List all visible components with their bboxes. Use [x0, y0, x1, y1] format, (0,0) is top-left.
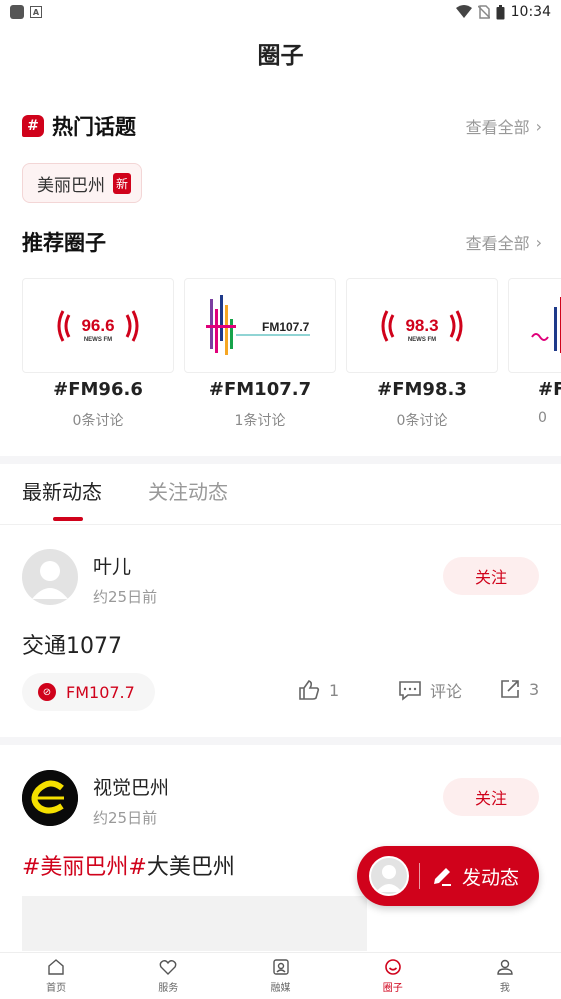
post-image[interactable]: [22, 896, 367, 951]
tab-following[interactable]: 关注动态: [148, 470, 228, 514]
nav-me[interactable]: 我: [449, 953, 561, 999]
user-avatar-icon: [32, 561, 68, 599]
media-icon: [272, 959, 289, 975]
nav-media[interactable]: 融媒: [224, 953, 336, 999]
circle-tag-icon: ⊘: [38, 683, 56, 701]
nav-home[interactable]: 首页: [0, 953, 112, 999]
avatar[interactable]: [22, 549, 78, 605]
fm966-logo: 96.6 NEWS FM: [22, 278, 174, 373]
circle-logo-partial: [508, 278, 561, 373]
circle-card[interactable]: 98.3 NEWS FM #FM98.3 0条讨论: [346, 278, 498, 438]
circle-name: #F: [538, 379, 561, 400]
svg-text:FM107.7: FM107.7: [262, 320, 310, 334]
status-time: 10:34: [510, 4, 551, 20]
comment-icon: [399, 681, 421, 701]
recommended-header: 推荐圈子 查看全部 ›: [22, 225, 542, 259]
battery-icon: [496, 4, 505, 19]
fab-separator: [419, 863, 420, 889]
post-text[interactable]: 交通1077: [22, 628, 122, 660]
chevron-right-icon: ›: [535, 232, 542, 252]
chevron-right-icon: ›: [535, 116, 542, 136]
circle-smile-icon: [384, 959, 401, 975]
circle-count: 1条讨论: [234, 413, 286, 429]
avatar[interactable]: [22, 770, 78, 826]
follow-button[interactable]: 关注: [443, 557, 539, 595]
circle-count: 0: [538, 410, 547, 426]
pencil-icon: [434, 868, 451, 886]
circle-name: #FM96.6: [53, 379, 143, 400]
topic-chip-label: 美丽巴州: [37, 175, 105, 196]
hot-topics-header: # 热门话题 查看全部 ›: [22, 109, 542, 143]
brand-avatar-icon: [22, 770, 78, 826]
comment-button[interactable]: 评论: [398, 678, 462, 702]
section-divider: [0, 456, 561, 464]
post-text[interactable]: #美丽巴州#大美巴州: [22, 849, 235, 881]
nav-service[interactable]: 服务: [112, 953, 224, 999]
thumbs-up-icon: [299, 680, 320, 700]
heart-icon: [159, 960, 177, 975]
feed-tabs: 最新动态 关注动态: [22, 470, 228, 524]
tabs-divider: [0, 524, 561, 525]
like-button[interactable]: 1: [297, 678, 339, 702]
post-divider: [0, 737, 561, 745]
post-time: 约25日前: [93, 809, 158, 827]
no-sim-icon: [477, 5, 490, 19]
circle-name: #FM107.7: [208, 379, 312, 400]
post-hashtag[interactable]: #美丽巴州#: [22, 855, 147, 880]
follow-button[interactable]: 关注: [443, 778, 539, 816]
svg-text:98.3: 98.3: [405, 316, 438, 335]
post-time: 约25日前: [93, 588, 158, 606]
tab-latest[interactable]: 最新动态: [22, 470, 102, 521]
fab-avatar: [369, 856, 409, 896]
user-avatar-icon: [376, 865, 402, 892]
active-tab-indicator: [53, 517, 83, 521]
post-status-button[interactable]: 发动态: [357, 846, 539, 906]
share-icon: [501, 680, 519, 698]
new-badge: 新: [113, 172, 132, 194]
home-icon: [48, 959, 64, 975]
hot-topics-see-all[interactable]: 查看全部 ›: [466, 114, 542, 138]
post-circle-tag[interactable]: ⊘ FM107.7: [22, 673, 155, 711]
post-author[interactable]: 视觉巴州: [93, 773, 169, 800]
nav-circle[interactable]: 圈子: [337, 953, 449, 999]
circle-card[interactable]: #F 0: [508, 278, 561, 438]
circle-card[interactable]: FM107.7 #FM107.7 1条讨论: [184, 278, 336, 438]
circle-name: #FM98.3: [377, 379, 467, 400]
a-icon: A: [30, 6, 42, 18]
svg-text:96.6: 96.6: [81, 316, 114, 335]
svg-text:NEWS FM: NEWS FM: [408, 337, 436, 343]
fab-label: 发动态: [462, 866, 520, 889]
topic-chip[interactable]: 美丽巴州 新: [22, 163, 143, 203]
svg-text:NEWS FM: NEWS FM: [84, 337, 112, 343]
circle-count: 0条讨论: [72, 413, 124, 429]
bottom-nav: 首页 服务 融媒 圈子 我: [0, 952, 561, 999]
circle-card[interactable]: 96.6 NEWS FM #FM96.6 0条讨论: [22, 278, 174, 438]
fm983-logo: 98.3 NEWS FM: [346, 278, 498, 373]
user-icon: [497, 959, 513, 975]
share-button[interactable]: 3: [499, 678, 539, 700]
notification-icon: [10, 5, 24, 19]
hashtag-icon: #: [22, 115, 44, 137]
post-author[interactable]: 叶儿: [93, 552, 131, 579]
recommended-see-all[interactable]: 查看全部 ›: [466, 230, 542, 254]
recommended-title: 推荐圈子: [22, 231, 106, 255]
hot-topics-title: 热门话题: [52, 115, 136, 139]
circle-list: 96.6 NEWS FM #FM96.6 0条讨论 FM107.7 #FM107…: [22, 278, 561, 438]
circle-count: 0条讨论: [396, 413, 448, 429]
fm1077-logo: FM107.7: [184, 278, 336, 373]
page-title: 圈子: [257, 43, 304, 69]
status-bar: A 10:34: [0, 0, 561, 24]
wifi-icon: [455, 5, 472, 18]
